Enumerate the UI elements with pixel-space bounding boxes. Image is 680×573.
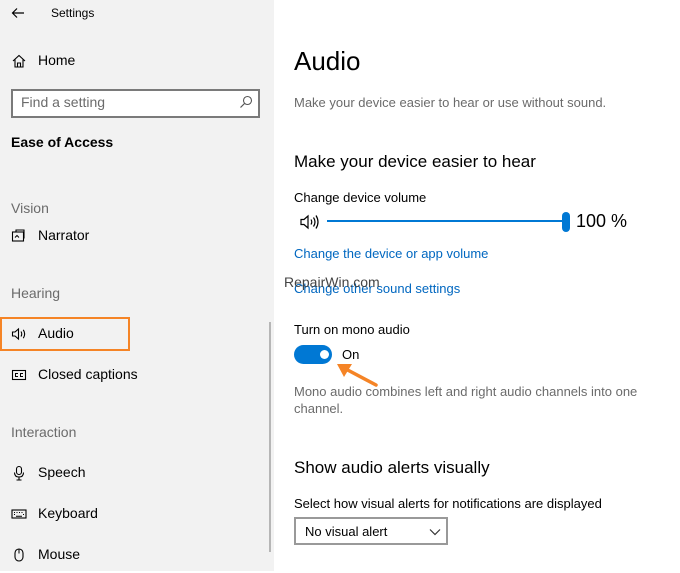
sidebar-item-label: Home [38, 52, 76, 68]
dropdown-selected-value: No visual alert [305, 524, 388, 539]
group-label-interaction: Interaction [11, 424, 77, 440]
watermark: RepairWin.com [284, 274, 380, 290]
sidebar-item-label: Closed captions [38, 366, 138, 382]
mono-audio-description: Mono audio combines left and right audio… [294, 384, 638, 416]
section-title: Ease of Access [11, 134, 114, 150]
visual-alerts-label: Select how visual alerts for notificatio… [294, 496, 602, 511]
section-heading-hear: Make your device easier to hear [294, 152, 536, 171]
volume-slider-thumb[interactable] [562, 212, 570, 232]
search-icon[interactable] [239, 95, 253, 109]
sidebar-item-label: Narrator [38, 227, 90, 243]
app-title: Settings [51, 6, 95, 20]
toggle-knob [320, 350, 329, 359]
scrollbar[interactable] [269, 322, 271, 552]
search-input[interactable]: Find a setting [11, 89, 260, 118]
sidebar-item-speech[interactable]: Speech [0, 455, 274, 491]
sidebar-item-label: Mouse [38, 546, 81, 562]
volume-value: 100 % [576, 211, 628, 231]
main-content: Audio Make your device easier to hear or… [274, 0, 680, 571]
mono-audio-toggle[interactable] [294, 345, 332, 364]
sidebar-item-closed-captions[interactable]: Closed captions [0, 357, 274, 393]
sidebar-item-label: Speech [38, 464, 86, 480]
volume-speaker-icon[interactable] [299, 213, 321, 231]
sidebar: Settings Home Find a setting Ease of Acc… [0, 0, 274, 571]
volume-slider-track[interactable] [327, 220, 563, 222]
sidebar-item-narrator[interactable]: Narrator [0, 218, 274, 254]
back-arrow-icon[interactable] [10, 5, 26, 21]
closed-captions-icon [11, 369, 27, 381]
search-placeholder: Find a setting [21, 94, 106, 110]
microphone-icon [13, 465, 25, 481]
selection-highlight-box [0, 317, 130, 351]
link-change-app-volume[interactable]: Change the device or app volume [294, 246, 488, 261]
narrator-icon [11, 229, 25, 242]
chevron-down-icon [429, 529, 441, 536]
sidebar-item-keyboard[interactable]: Keyboard [0, 496, 274, 532]
volume-label: Change device volume [294, 190, 427, 205]
home-icon [12, 54, 26, 68]
visual-alert-dropdown[interactable]: No visual alert [294, 517, 448, 545]
sidebar-item-mouse[interactable]: Mouse [0, 537, 274, 573]
section-heading-alerts: Show audio alerts visually [294, 458, 490, 477]
page-description: Make your device easier to hear or use w… [294, 95, 607, 110]
sidebar-item-label: Keyboard [38, 505, 98, 521]
mouse-icon [14, 548, 24, 562]
mono-audio-label: Turn on mono audio [294, 322, 410, 337]
page-title: Audio [294, 46, 361, 76]
sidebar-item-home[interactable]: Home [0, 43, 274, 79]
keyboard-icon [11, 509, 27, 519]
group-label-vision: Vision [11, 200, 49, 216]
group-label-hearing: Hearing [11, 285, 61, 301]
